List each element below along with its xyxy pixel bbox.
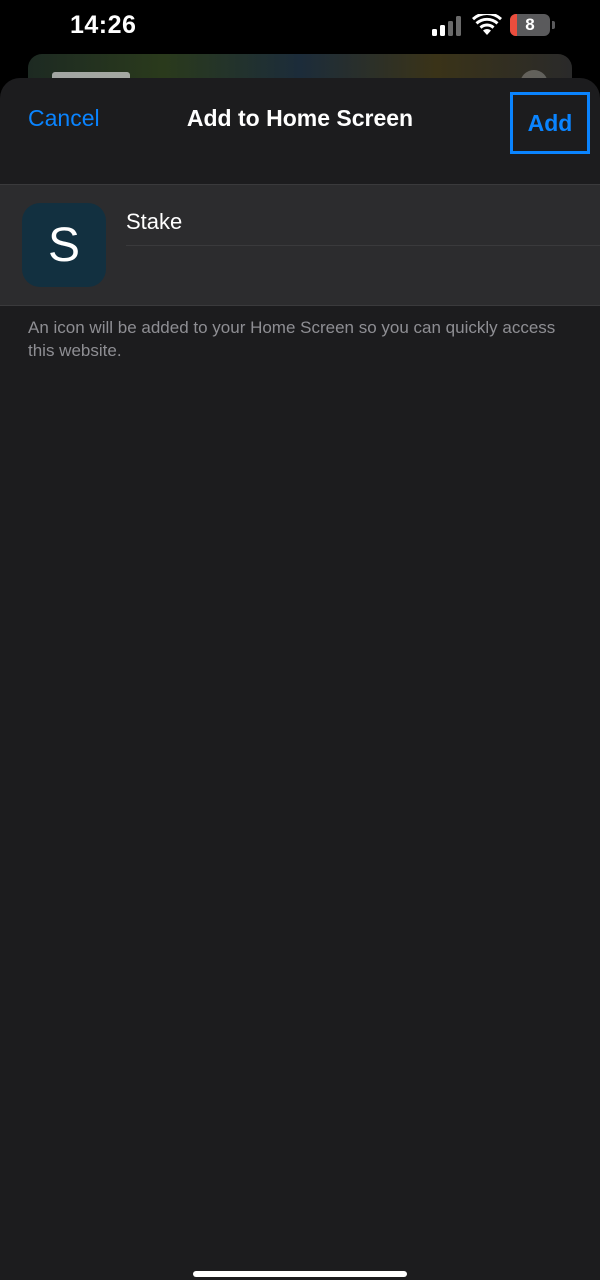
screen: 14:26 8 Cancel Add to Home Screen Add S … — [0, 0, 600, 1280]
status-time: 14:26 — [70, 11, 137, 39]
sheet-nav-bar: Cancel Add to Home Screen Add — [0, 78, 600, 184]
wifi-icon — [472, 14, 502, 35]
status-bar: 14:26 8 — [0, 0, 600, 54]
shortcut-name-input[interactable] — [126, 199, 600, 245]
add-button[interactable]: Add — [510, 92, 590, 154]
row-divider — [126, 245, 600, 246]
battery-level-text: 8 — [525, 15, 535, 34]
shortcut-row: S — [0, 184, 600, 306]
app-icon: S — [22, 203, 106, 287]
add-to-home-sheet: Cancel Add to Home Screen Add S An icon … — [0, 78, 600, 1280]
home-indicator[interactable] — [193, 1271, 407, 1277]
footnote-text: An icon will be added to your Home Scree… — [28, 318, 556, 360]
battery-cap — [552, 21, 555, 29]
battery-icon: 8 — [510, 14, 550, 36]
cellular-signal-icon — [432, 16, 464, 36]
app-icon-letter: S — [47, 218, 80, 272]
